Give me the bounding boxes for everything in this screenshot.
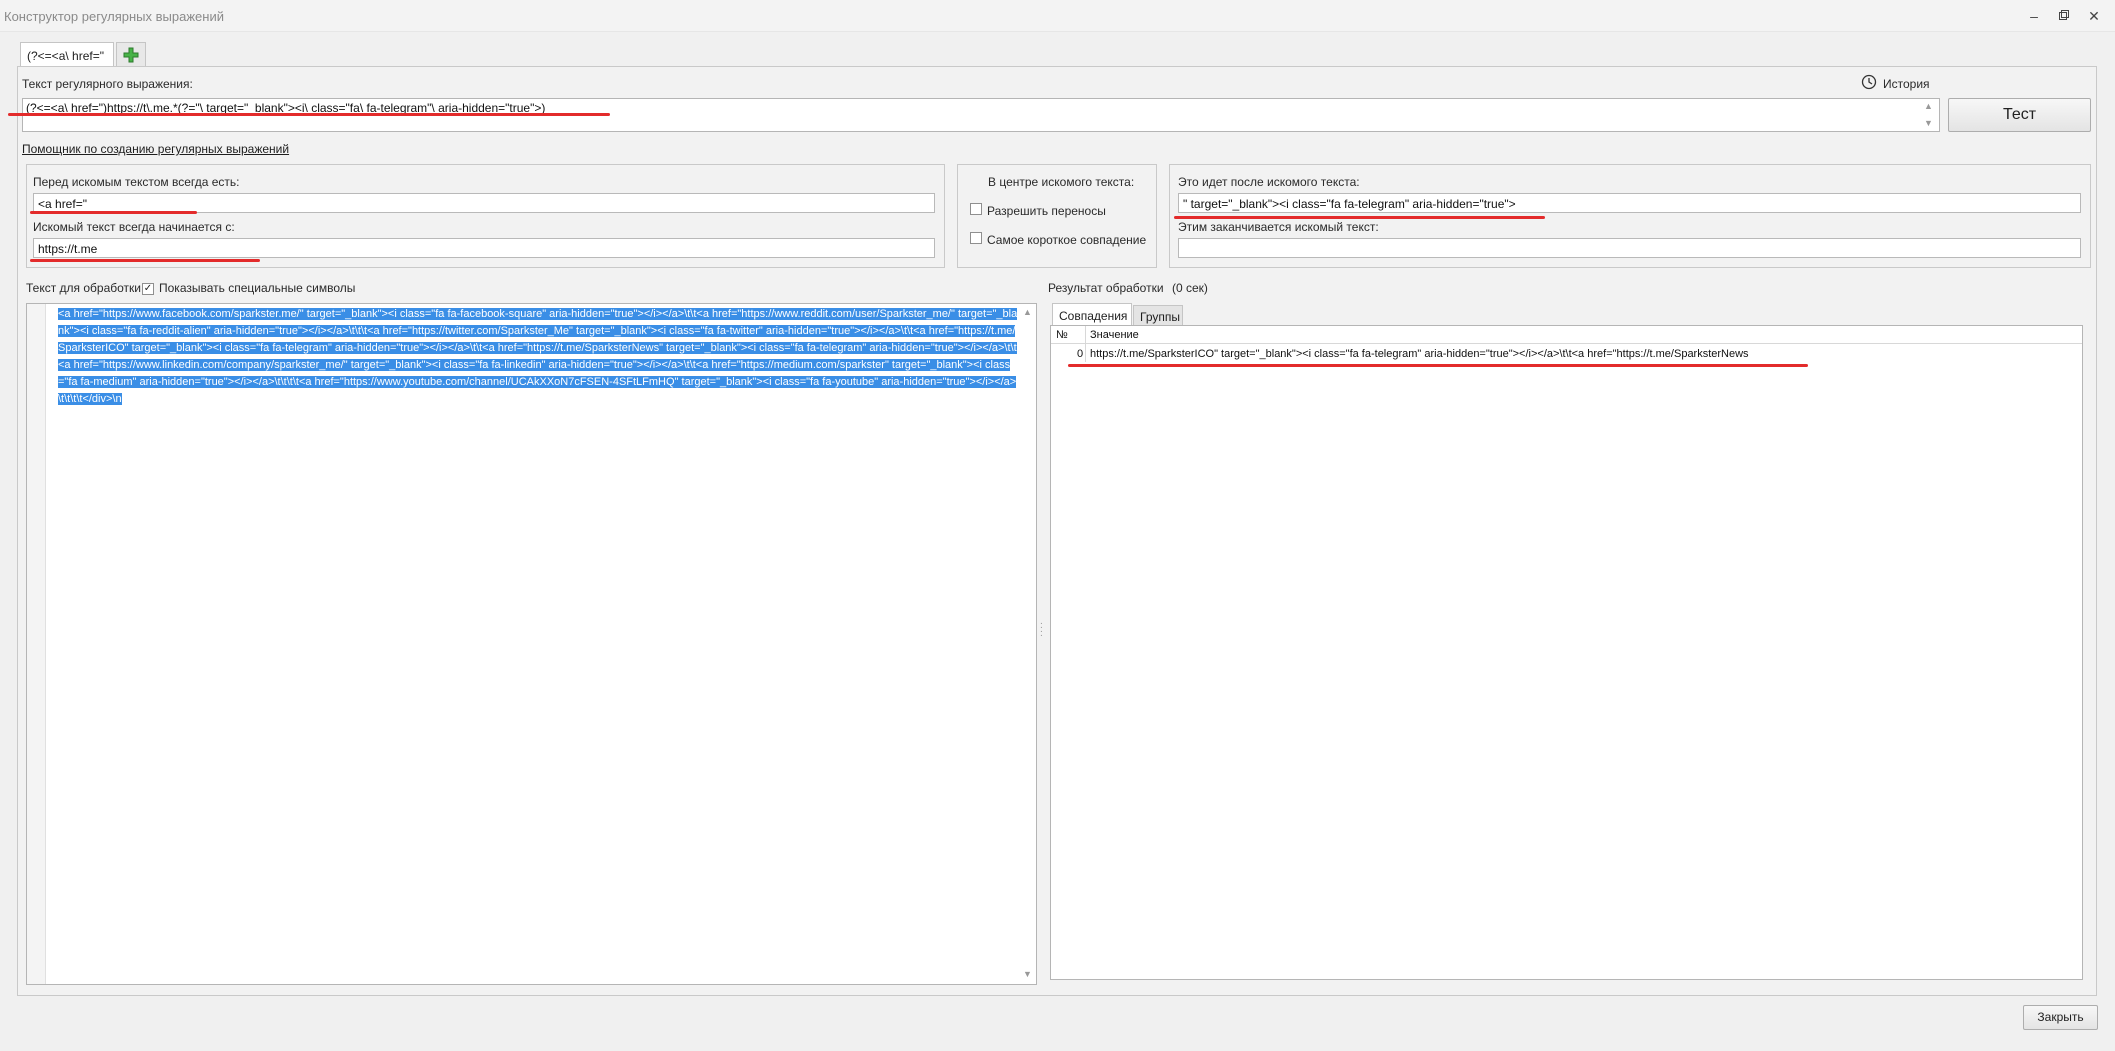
column-header-value[interactable]: Значение: [1090, 329, 1139, 341]
scroll-down-icon[interactable]: ▼: [1023, 969, 1032, 979]
source-scrollbar[interactable]: [1020, 304, 1035, 984]
allow-wrap-checkbox[interactable]: [970, 203, 982, 218]
after-label: Это идет после искомого текста:: [1178, 175, 1360, 189]
splitter-handle[interactable]: ....: [1040, 617, 1043, 639]
before-input[interactable]: <a href=": [33, 193, 935, 213]
title-bar: [0, 0, 2115, 32]
tab-groups[interactable]: Группы: [1133, 305, 1183, 326]
annotation-underline: [1174, 216, 1545, 219]
line-gutter: [27, 304, 46, 984]
shortest-label[interactable]: Самое короткое совпадение: [987, 233, 1146, 247]
grid-header: [1051, 326, 2082, 344]
results-grid: [1050, 325, 2083, 980]
history-label[interactable]: История: [1883, 77, 1930, 91]
ends-label: Этим заканчивается искомый текст:: [1178, 220, 1379, 234]
tab-regex[interactable]: (?<=<a\ href=": [20, 42, 114, 67]
starts-label: Искомый текст всегда начинается с:: [33, 220, 235, 234]
add-tab-button[interactable]: [116, 42, 146, 67]
history-icon[interactable]: [1861, 74, 1877, 93]
tab-matches[interactable]: Совпадения: [1052, 303, 1132, 326]
annotation-underline: [1068, 364, 1808, 367]
show-special-label[interactable]: Показывать специальные символы: [159, 281, 355, 295]
source-label: Текст для обработки: [26, 281, 142, 295]
regex-scroll-up-icon[interactable]: ▲: [1924, 101, 1933, 111]
plus-icon: [123, 47, 139, 63]
close-icon[interactable]: ✕: [2084, 6, 2104, 26]
source-text: <a href="https://www.facebook.com/sparks…: [58, 306, 1020, 408]
allow-wrap-label[interactable]: Разрешить переносы: [987, 204, 1106, 218]
annotation-underline: [30, 259, 260, 262]
row-value: https://t.me/SparksterICO" target="_blan…: [1090, 348, 1749, 360]
source-text-content: <a href="https://www.facebook.com/sparks…: [58, 308, 1018, 405]
regex-label: Текст регулярного выражения:: [22, 77, 193, 91]
result-time: (0 сек): [1172, 281, 1208, 295]
window-title: Конструктор регулярных выражений: [4, 9, 224, 24]
regex-scroll-down-icon[interactable]: ▼: [1924, 118, 1933, 128]
helper-link[interactable]: Помощник по созданию регулярных выражени…: [22, 142, 289, 156]
ends-input[interactable]: [1178, 238, 2081, 258]
minimize-icon[interactable]: –: [2024, 6, 2044, 26]
row-num: 0: [1077, 348, 1084, 360]
table-row[interactable]: 0 https://t.me/SparksterICO" target="_bl…: [1051, 346, 2082, 362]
starts-input[interactable]: https://t.me: [33, 238, 935, 258]
annotation-underline: [8, 113, 610, 116]
shortest-checkbox[interactable]: [970, 232, 982, 247]
before-label: Перед искомым текстом всегда есть:: [33, 175, 240, 189]
after-input[interactable]: " target="_blank"><i class="fa fa-telegr…: [1178, 193, 2081, 213]
result-label: Результат обработки: [1048, 281, 1164, 295]
show-special-checkbox[interactable]: ✓: [142, 280, 154, 295]
center-label: В центре искомого текста:: [988, 175, 1135, 189]
maximize-icon[interactable]: [2054, 6, 2074, 26]
column-header-num[interactable]: №: [1056, 329, 1068, 341]
annotation-underline: [30, 211, 197, 214]
scroll-up-icon[interactable]: ▲: [1023, 307, 1032, 317]
close-button[interactable]: Закрыть: [2023, 1005, 2098, 1030]
test-button[interactable]: Тест: [1948, 98, 2091, 132]
